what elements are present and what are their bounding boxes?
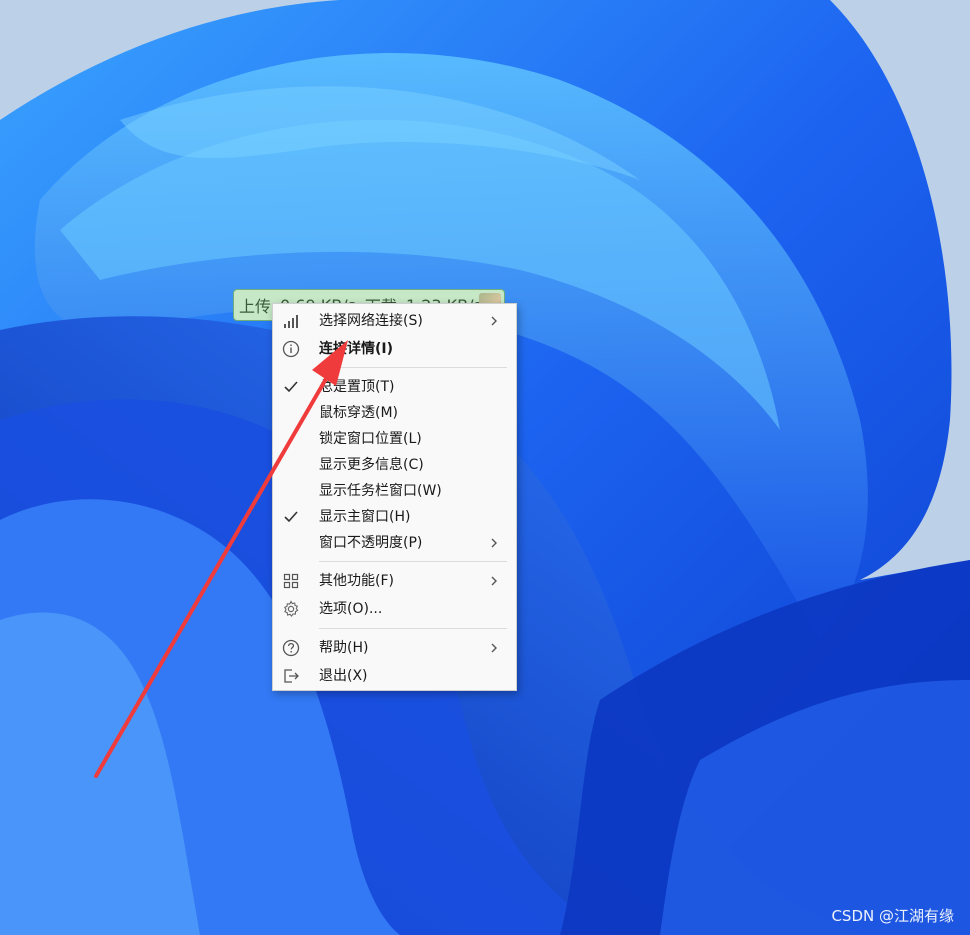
menu-item-label: 鼠标穿透(M) <box>319 405 399 421</box>
context-menu: 选择网络连接(S) 连接详情(I) 总是置顶(T) 鼠标穿透(M) 锁定窗口位置… <box>272 303 517 691</box>
menu-item-exit[interactable]: 退出(X) <box>273 663 516 689</box>
menu-item-label: 显示主窗口(H) <box>319 509 411 525</box>
menu-item-options[interactable]: 选项(O)... <box>273 596 516 622</box>
help-icon <box>282 639 300 657</box>
menu-item-connection-details[interactable]: 连接详情(I) <box>273 336 516 362</box>
menu-item-mouse-through[interactable]: 鼠标穿透(M) <box>273 400 516 426</box>
check-icon <box>282 378 300 396</box>
check-icon <box>282 508 300 526</box>
menu-item-lock-position[interactable]: 锁定窗口位置(L) <box>273 426 516 452</box>
grid-icon <box>282 572 300 590</box>
signal-bars-icon <box>282 312 300 330</box>
menu-separator <box>319 367 507 368</box>
menu-item-show-more-info[interactable]: 显示更多信息(C) <box>273 452 516 478</box>
menu-item-label: 其他功能(F) <box>319 573 394 589</box>
menu-item-show-taskbar-window[interactable]: 显示任务栏窗口(W) <box>273 478 516 504</box>
menu-separator <box>319 561 507 562</box>
menu-item-label: 锁定窗口位置(L) <box>319 431 422 447</box>
gear-icon <box>282 600 300 618</box>
menu-item-select-network[interactable]: 选择网络连接(S) <box>273 308 516 334</box>
menu-item-window-opacity[interactable]: 窗口不透明度(P) <box>273 530 516 556</box>
csdn-watermark: CSDN @江湖有缘 <box>831 907 954 925</box>
chevron-right-icon <box>489 639 499 657</box>
chevron-right-icon <box>489 312 499 330</box>
chevron-right-icon <box>489 534 499 552</box>
menu-item-show-main-window[interactable]: 显示主窗口(H) <box>273 504 516 530</box>
info-icon <box>282 340 300 358</box>
menu-item-always-on-top[interactable]: 总是置顶(T) <box>273 374 516 400</box>
menu-separator <box>319 628 507 629</box>
menu-item-other-functions[interactable]: 其他功能(F) <box>273 568 516 594</box>
desktop: 上传 0.69 KB/s 下载 1.23 KB/s 选择网络连接(S) 连接详情… <box>0 0 970 935</box>
upload-label: 上传 <box>239 297 272 316</box>
menu-item-label: 连接详情(I) <box>319 341 394 357</box>
exit-icon <box>282 667 300 685</box>
menu-item-label: 选项(O)... <box>319 601 383 617</box>
chevron-right-icon <box>489 572 499 590</box>
menu-item-label: 显示任务栏窗口(W) <box>319 483 442 499</box>
menu-item-label: 显示更多信息(C) <box>319 457 424 473</box>
menu-item-label: 窗口不透明度(P) <box>319 535 423 551</box>
menu-item-help[interactable]: 帮助(H) <box>273 635 516 661</box>
menu-item-label: 总是置顶(T) <box>319 379 395 395</box>
menu-item-label: 退出(X) <box>319 668 368 684</box>
menu-item-label: 帮助(H) <box>319 640 369 656</box>
menu-item-label: 选择网络连接(S) <box>319 313 423 329</box>
